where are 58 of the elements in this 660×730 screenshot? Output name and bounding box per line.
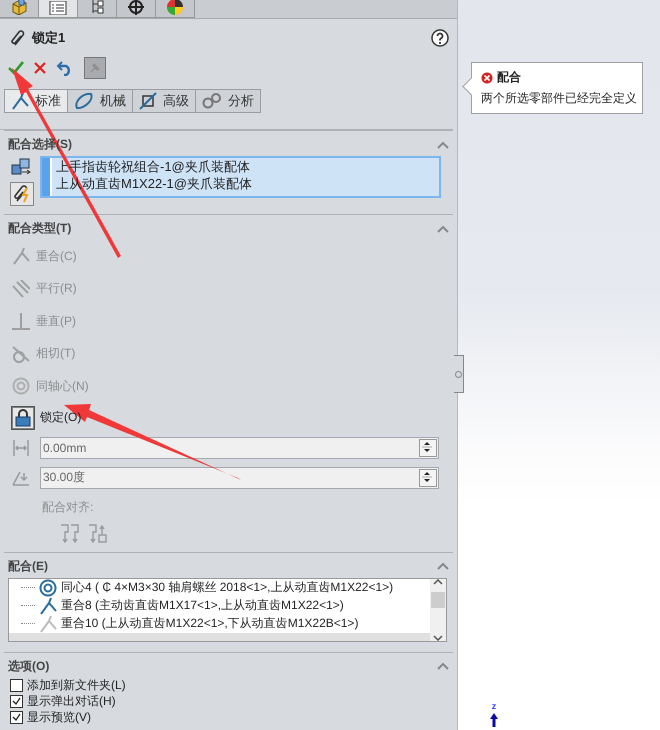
checkbox[interactable] <box>10 679 23 692</box>
pushpin-icon <box>88 61 102 75</box>
mate-item[interactable]: 同心4 ( ₵ 4×M3×30 轴肩螺丝 2018<1>,上从动直齿M1X22<1>) <box>61 579 394 596</box>
panel-handle[interactable] <box>454 355 464 393</box>
gears-icon <box>202 92 222 110</box>
coincident-icon <box>11 92 29 110</box>
section-title: 配合类型(T) <box>8 220 72 237</box>
scrollbar[interactable] <box>430 578 446 640</box>
option-label[interactable]: 显示预览(V) <box>27 709 91 726</box>
close-icon[interactable] <box>34 62 46 74</box>
mate-tab[interactable]: 高级 <box>132 89 196 113</box>
mate-item[interactable]: 重合8 (主动齿直齿M1X17<1>,上从动直齿M1X22<1>) <box>61 597 344 614</box>
collapse-icon[interactable] <box>437 224 449 232</box>
scroll-up-icon[interactable] <box>433 578 443 584</box>
alignment-label: 配合对齐: <box>41 498 94 516</box>
help-icon[interactable] <box>431 29 449 47</box>
mate-tab[interactable]: 分析 <box>195 89 261 113</box>
panel-tab[interactable] <box>117 0 156 18</box>
panel-tab[interactable] <box>39 0 78 18</box>
cube-icon <box>10 0 28 15</box>
axis-label: z <box>492 702 496 711</box>
collapse-icon[interactable] <box>437 140 449 148</box>
panel-tab[interactable] <box>78 0 117 18</box>
section-title: 配合(E) <box>8 558 48 574</box>
loop-icon <box>74 92 94 110</box>
checkmark-icon[interactable] <box>8 61 24 75</box>
coincident-icon <box>12 247 30 266</box>
parallel-icon <box>12 280 30 298</box>
scroll-down-icon[interactable] <box>433 634 443 640</box>
concentric-icon <box>12 377 30 396</box>
mate-tab[interactable]: 机械 <box>67 89 133 113</box>
panel-tab[interactable] <box>156 0 195 18</box>
collapse-icon[interactable] <box>437 562 449 570</box>
option-label[interactable]: 添加到新文件夹(L) <box>27 677 126 694</box>
feature-title: 锁定1 <box>32 29 66 47</box>
slashed-square-icon <box>139 92 157 110</box>
checkbox[interactable] <box>10 711 23 724</box>
checkbox[interactable] <box>10 695 23 708</box>
mate-tab[interactable]: 标准 <box>4 89 68 113</box>
clip-lightning-icon[interactable] <box>10 182 34 206</box>
axis-arrow-icon <box>490 713 498 727</box>
error-icon <box>481 72 493 84</box>
mate-type-option[interactable]: 锁定(O) <box>40 409 82 426</box>
tangent-icon <box>12 344 30 363</box>
mate-item[interactable]: 重合10 (上从动直齿M1X22<1>,下从动直齿M1X22B<1>) <box>61 615 358 632</box>
tooltip-message: 两个所选零部件已经完全定义 <box>481 90 638 107</box>
list-icon <box>49 1 67 15</box>
distance-icon <box>12 438 30 456</box>
tooltip-title: 配合 <box>497 69 521 86</box>
collapse-icon[interactable] <box>437 662 449 670</box>
color-wheel-icon <box>166 0 184 15</box>
crosshair-icon <box>127 0 145 15</box>
paperclip-icon <box>10 29 26 47</box>
padlock-icon <box>12 406 34 428</box>
section-title: 选项(O) <box>8 658 50 674</box>
tree-icon <box>90 0 104 15</box>
perpendicular-icon <box>12 312 30 330</box>
option-label[interactable]: 显示弹出对话(H) <box>27 693 116 710</box>
